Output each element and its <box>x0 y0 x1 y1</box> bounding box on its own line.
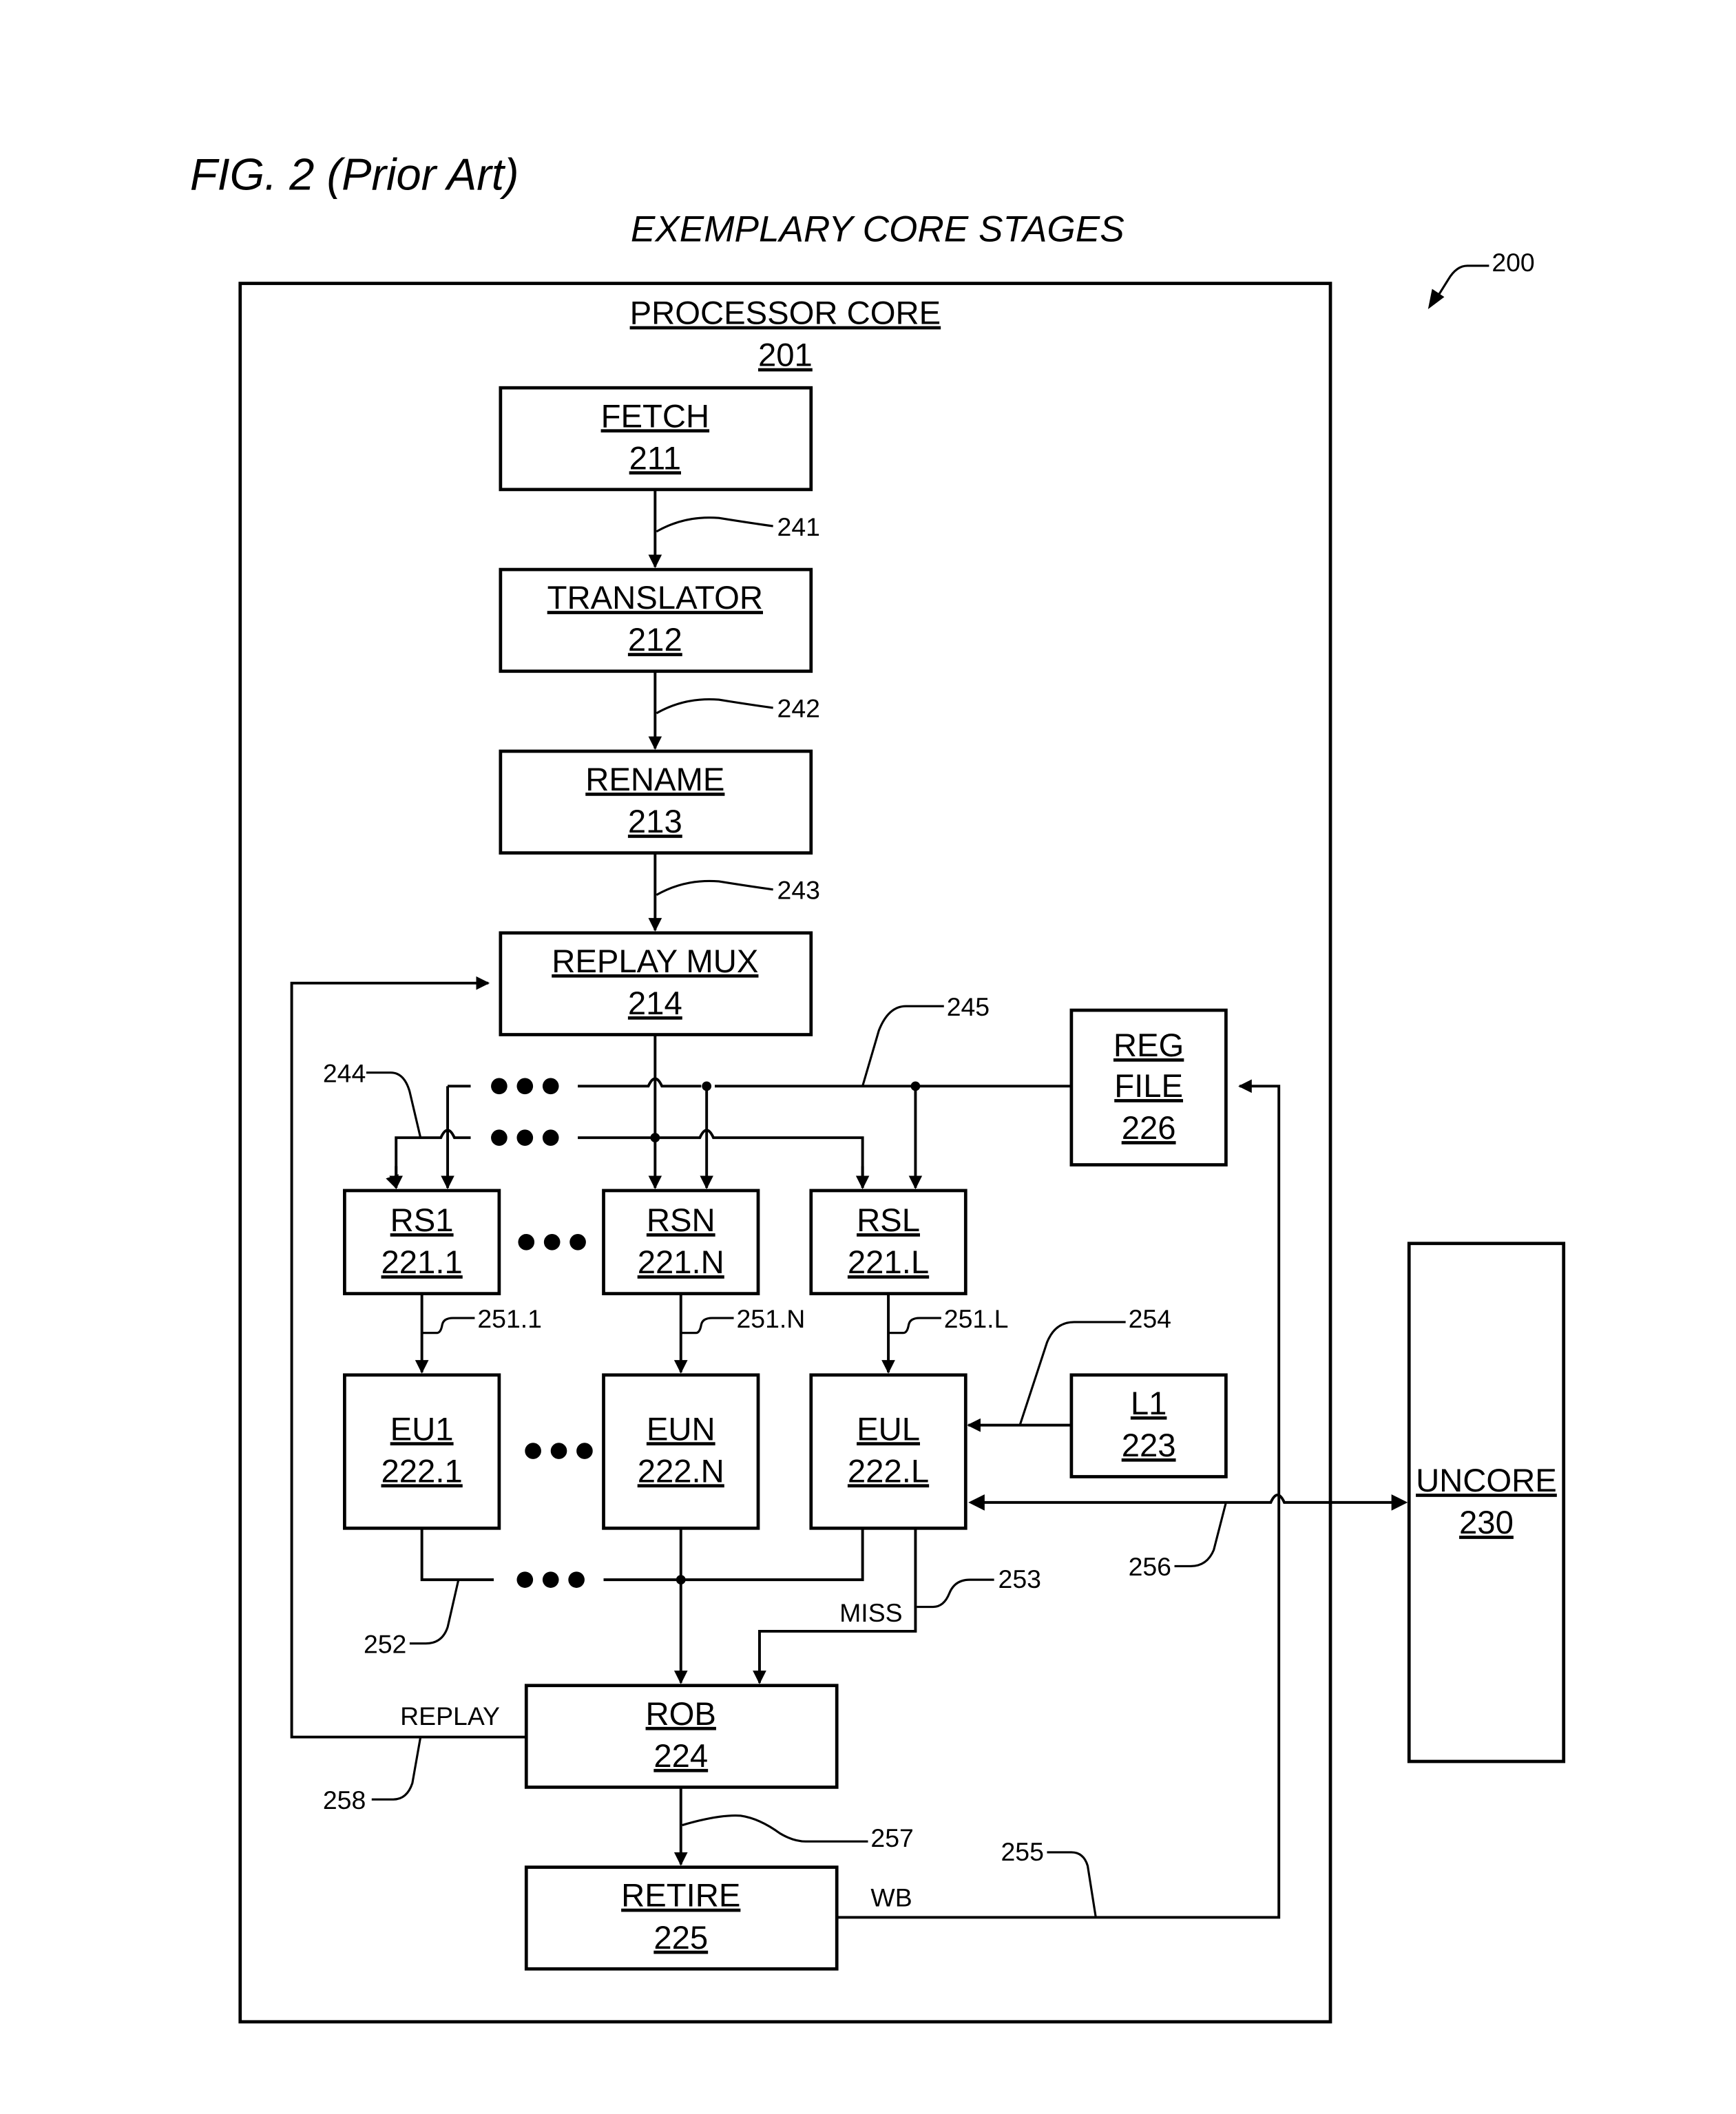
core-name: PROCESSOR CORE <box>630 295 941 332</box>
l1-block[interactable]: L1 223 <box>1069 1373 1228 1478</box>
rs1-block[interactable]: RS1 221.1 <box>343 1189 501 1295</box>
l1-label: L1 <box>1131 1385 1167 1422</box>
diagram-canvas: FIG. 2 (Prior Art) EXEMPLARY CORE STAGES… <box>190 149 1566 2024</box>
replay-mux-block[interactable]: REPLAY MUX 214 <box>499 931 813 1036</box>
signal-242-label: 242 <box>777 694 820 723</box>
bus-244 <box>395 1034 864 1189</box>
eul-label: EUL <box>857 1411 920 1447</box>
leader-258 <box>371 1737 422 1801</box>
replay-mux-label: REPLAY MUX <box>552 943 758 980</box>
rsl-block[interactable]: RSL 221.L <box>809 1189 968 1295</box>
uncore-ref: 230 <box>1459 1505 1514 1541</box>
ellipsis-bus-244 <box>491 1129 559 1146</box>
leader-241 <box>656 516 773 533</box>
signal-251-n-label: 251.N <box>736 1304 805 1333</box>
signal-243-label: 243 <box>777 876 820 905</box>
eu1-label: EU1 <box>390 1411 454 1447</box>
wb-label: WB <box>870 1883 912 1912</box>
rob-block[interactable]: ROB 224 <box>524 1684 839 1789</box>
rename-block[interactable]: RENAME 213 <box>499 749 813 855</box>
rsl-label: RSL <box>857 1202 920 1239</box>
fetch-label: FETCH <box>601 398 709 435</box>
fetch-block[interactable]: FETCH 211 <box>499 386 813 492</box>
l1-ref: 223 <box>1122 1427 1176 1464</box>
arrow-head-icon <box>1428 289 1445 309</box>
signal-241-label: 241 <box>777 512 820 541</box>
arrow-head-icon <box>968 1494 985 1511</box>
eun-ref: 222.N <box>638 1453 724 1489</box>
bus-245 <box>441 1077 1071 1189</box>
rob-ref: 224 <box>653 1738 708 1775</box>
reg-file-ref: 226 <box>1122 1110 1176 1147</box>
figure-ref-callout: 200 <box>1428 248 1535 309</box>
core-ref: 201 <box>758 337 813 374</box>
leader-255 <box>1047 1851 1097 1918</box>
figure-subtitle: EXEMPLARY CORE STAGES <box>631 209 1125 250</box>
eul-block[interactable]: EUL 222.L <box>809 1373 968 1530</box>
figure-title: FIG. 2 (Prior Art) <box>190 149 519 200</box>
leader-243 <box>656 879 773 897</box>
leader-242 <box>656 698 773 715</box>
signal-257-label: 257 <box>870 1823 913 1852</box>
rsn-label: RSN <box>647 1202 715 1239</box>
leader-251-1 <box>421 1317 475 1335</box>
eu1-block[interactable]: EU1 222.1 <box>343 1373 501 1530</box>
uncore-block[interactable]: UNCORE 230 <box>1407 1242 1566 1764</box>
signal-244-label: 244 <box>323 1058 366 1087</box>
signal-255-label: 255 <box>1001 1837 1043 1866</box>
replay-label: REPLAY <box>400 1702 500 1730</box>
ellipsis-bus-252 <box>516 1571 585 1588</box>
leader-256 <box>1174 1502 1227 1568</box>
arrow-head-icon <box>1391 1494 1408 1511</box>
signal-256-line <box>979 1494 1397 1504</box>
rob-label: ROB <box>646 1696 716 1733</box>
leader-253 <box>917 1578 994 1609</box>
uncore-label: UNCORE <box>1416 1463 1557 1499</box>
leader-252 <box>409 1579 460 1645</box>
rsn-block[interactable]: RSN 221.N <box>602 1189 760 1295</box>
signal-253-label: 253 <box>998 1564 1041 1593</box>
leader-245 <box>861 1005 944 1087</box>
eul-ref: 222.L <box>848 1453 929 1489</box>
reg-file-label-1: REG <box>1113 1027 1184 1064</box>
signal-251-l-label: 251.L <box>944 1304 1009 1333</box>
rs1-ref: 221.1 <box>381 1244 463 1281</box>
retire-label: RETIRE <box>621 1878 740 1914</box>
signal-258-label: 258 <box>323 1786 366 1814</box>
eun-label: EUN <box>647 1411 715 1447</box>
rsn-ref: 221.N <box>638 1244 724 1281</box>
translator-ref: 212 <box>628 622 682 658</box>
fetch-ref: 211 <box>629 440 681 477</box>
signal-258-line <box>290 976 527 1739</box>
leader-257 <box>682 1814 868 1843</box>
eu1-ref: 222.1 <box>381 1453 463 1489</box>
translator-block[interactable]: TRANSLATOR 212 <box>499 567 813 673</box>
leader-251-l <box>888 1317 941 1335</box>
miss-label: MISS <box>839 1598 902 1627</box>
leader-244 <box>366 1071 422 1138</box>
ellipsis-rs <box>518 1233 586 1250</box>
figure-ref: 200 <box>1492 248 1534 277</box>
rs1-label: RS1 <box>390 1202 454 1239</box>
rename-ref: 213 <box>628 804 682 840</box>
reg-file-label-2: FILE <box>1114 1068 1183 1105</box>
processor-core-boundary <box>238 282 1332 2024</box>
signal-256-label: 256 <box>1129 1552 1171 1581</box>
signal-252-label: 252 <box>364 1629 406 1658</box>
ellipsis-eu <box>525 1443 593 1459</box>
retire-block[interactable]: RETIRE 225 <box>524 1865 839 1971</box>
translator-label: TRANSLATOR <box>547 580 763 616</box>
replay-mux-ref: 214 <box>628 985 682 1022</box>
rename-label: RENAME <box>585 762 724 798</box>
ellipsis-bus-245 <box>491 1078 559 1095</box>
signal-245-label: 245 <box>947 992 990 1021</box>
signal-254-label: 254 <box>1129 1304 1171 1333</box>
retire-ref: 225 <box>653 1920 708 1956</box>
signal-251-1-label: 251.1 <box>477 1304 542 1333</box>
bus-252 <box>420 1528 864 1684</box>
rsl-ref: 221.L <box>848 1244 929 1281</box>
reg-file-block[interactable]: REG FILE 226 <box>1069 1008 1228 1166</box>
eun-block[interactable]: EUN 222.N <box>602 1373 760 1530</box>
leader-251-n <box>680 1317 734 1335</box>
